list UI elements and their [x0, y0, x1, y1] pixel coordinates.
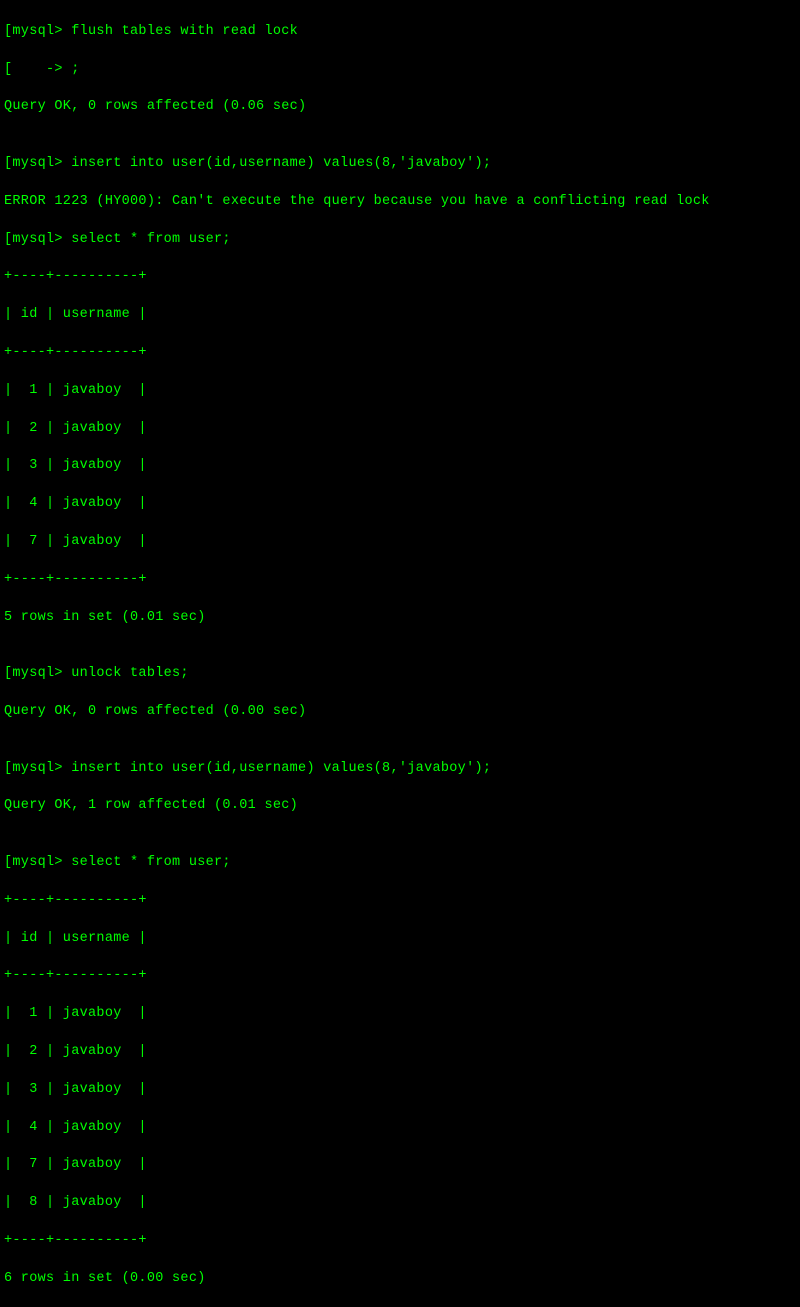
table-border-line: +----+----------+ — [4, 268, 796, 287]
query-result-line: Query OK, 0 rows affected (0.00 sec) — [4, 703, 796, 722]
prompt-line: [mysql> flush tables with read lock — [4, 23, 796, 42]
table-border-line: +----+----------+ — [4, 967, 796, 986]
prompt-line: [mysql> select * from user; — [4, 231, 796, 250]
table-row-line: | 3 | javaboy | — [4, 457, 796, 476]
table-row-line: | 1 | javaboy | — [4, 382, 796, 401]
table-row-line: | 4 | javaboy | — [4, 495, 796, 514]
table-row-line: | 2 | javaboy | — [4, 1043, 796, 1062]
query-result-line: Query OK, 1 row affected (0.01 sec) — [4, 797, 796, 816]
table-row-line: | 1 | javaboy | — [4, 1005, 796, 1024]
table-row-line: | 4 | javaboy | — [4, 1119, 796, 1138]
table-row-line: | 2 | javaboy | — [4, 420, 796, 439]
terminal-output[interactable]: [mysql> flush tables with read lock [ ->… — [4, 4, 796, 1307]
continuation-line: [ -> ; — [4, 61, 796, 80]
table-header-line: | id | username | — [4, 306, 796, 325]
prompt-line: [mysql> insert into user(id,username) va… — [4, 760, 796, 779]
table-row-line: | 3 | javaboy | — [4, 1081, 796, 1100]
prompt-line: [mysql> unlock tables; — [4, 665, 796, 684]
table-border-line: +----+----------+ — [4, 1232, 796, 1251]
table-row-line: | 8 | javaboy | — [4, 1194, 796, 1213]
result-summary-line: 5 rows in set (0.01 sec) — [4, 609, 796, 628]
query-result-line: Query OK, 0 rows affected (0.06 sec) — [4, 98, 796, 117]
table-row-line: | 7 | javaboy | — [4, 533, 796, 552]
table-row-line: | 7 | javaboy | — [4, 1156, 796, 1175]
table-border-line: +----+----------+ — [4, 571, 796, 590]
table-border-line: +----+----------+ — [4, 892, 796, 911]
error-line: ERROR 1223 (HY000): Can't execute the qu… — [4, 193, 796, 212]
prompt-line: [mysql> insert into user(id,username) va… — [4, 155, 796, 174]
table-border-line: +----+----------+ — [4, 344, 796, 363]
result-summary-line: 6 rows in set (0.00 sec) — [4, 1270, 796, 1289]
table-header-line: | id | username | — [4, 930, 796, 949]
prompt-line: [mysql> select * from user; — [4, 854, 796, 873]
